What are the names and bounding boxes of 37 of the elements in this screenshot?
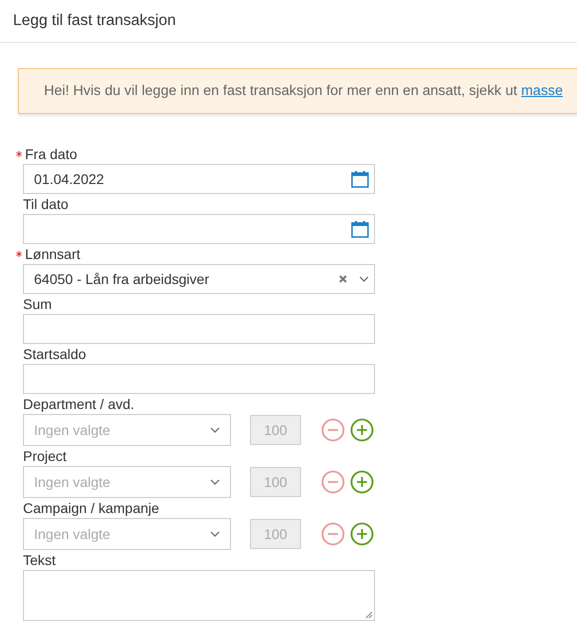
- chevron-down-icon[interactable]: [210, 479, 220, 485]
- calendar-icon[interactable]: [351, 170, 369, 188]
- text-field[interactable]: [23, 364, 375, 394]
- field-label: Startsaldo: [23, 345, 86, 364]
- field-label: Campaign / kampanje: [23, 499, 160, 518]
- percent-field[interactable]: 100: [250, 467, 301, 497]
- plus-circle-icon[interactable]: [350, 418, 374, 442]
- select-field[interactable]: Ingen valgte: [23, 414, 231, 446]
- plus-circle-icon[interactable]: [350, 522, 374, 546]
- chevron-down-icon[interactable]: [210, 531, 220, 537]
- field-label: Department / avd.: [23, 395, 134, 414]
- field-label: Project: [23, 447, 67, 466]
- date-field[interactable]: 01.04.2022: [23, 164, 375, 194]
- clear-icon[interactable]: [339, 275, 347, 283]
- minus-circle-icon[interactable]: [321, 418, 345, 442]
- select-field[interactable]: 64050 - Lån fra arbeidsgiver: [23, 264, 375, 294]
- field-label: Til dato: [23, 195, 68, 214]
- notice-link[interactable]: masse: [521, 83, 563, 99]
- select-field[interactable]: Ingen valgte: [23, 466, 231, 498]
- notice-text: Hei! Hvis du vil legge inn en fast transaksjon for mer enn en ansatt, sjekk ut masse: [44, 83, 563, 99]
- percent-field[interactable]: 100: [250, 519, 301, 549]
- minus-circle-icon[interactable]: [321, 470, 345, 494]
- chevron-down-icon[interactable]: [210, 427, 220, 433]
- window-title: Legg til fast transaksjon: [13, 12, 176, 30]
- field-label: Sum: [23, 295, 52, 314]
- chevron-down-icon[interactable]: [359, 276, 369, 282]
- percent-field[interactable]: 100: [250, 415, 301, 445]
- date-field[interactable]: [23, 214, 375, 244]
- minus-circle-icon[interactable]: [321, 522, 345, 546]
- field-label: Tekst: [23, 551, 56, 570]
- field-label: Fra dato: [25, 145, 78, 164]
- text-field[interactable]: [23, 314, 375, 344]
- plus-circle-icon[interactable]: [350, 470, 374, 494]
- resize-grip-icon[interactable]: [365, 611, 373, 619]
- select-field[interactable]: Ingen valgte: [23, 518, 231, 550]
- calendar-icon[interactable]: [351, 220, 369, 238]
- field-label: Lønnsart: [25, 245, 80, 264]
